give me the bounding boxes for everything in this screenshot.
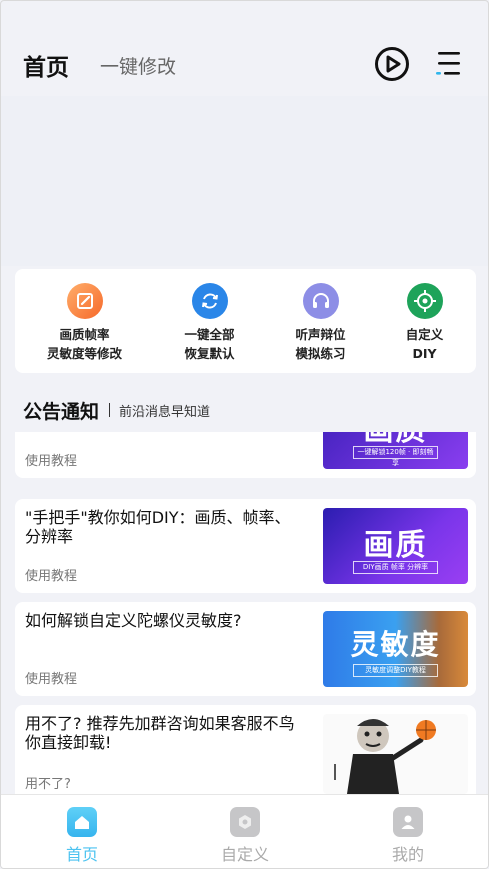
crosshair-icon [406,283,443,319]
quick-action-label: 自定义 [405,327,444,342]
article-title: 用不了? 推荐先加群咨询如果客服不鸟你直接卸载! [25,714,295,752]
menu-icon[interactable] [433,49,463,79]
thumbnail-text: 灵敏度 [350,628,441,661]
thumbnail-caption: 一键解锁120帧 · 即刻畅享 [353,446,438,467]
hexagon-icon [230,807,260,837]
article-title: "手把手"教你如何DIY：画质、帧率、分辨率 [25,508,291,546]
article-category: 用不了? [25,777,71,792]
quick-action-label: 一键全部 [184,327,235,342]
nav-mine[interactable]: 我的 [358,807,458,865]
quick-action-label: 模拟练习 [295,346,346,361]
thumbnail-text: 画质 [363,528,428,563]
article-category: 使用教程 [25,672,78,687]
thumbnail-caption: 灵敏度调整DIY教程 [353,664,438,677]
page-title: 首页 [23,55,69,81]
quick-action-label: 恢复默认 [184,346,235,361]
quick-action-reset[interactable]: 一键全部 恢复默认 [152,281,267,363]
home-icon [67,807,97,837]
headset-icon [302,283,339,319]
quick-action-sound[interactable]: 听声辩位 模拟练习 [263,281,378,363]
quick-actions-card: 画质帧率 灵敏度等修改 一键全部 恢复默认 听声辩位 模拟练习 自定义 DIY [15,269,476,373]
edit-icon [66,283,103,319]
bottom-nav: 首页 自定义 我的 [1,794,488,868]
banner-area [1,96,488,266]
article-card[interactable]: 用不了? 推荐先加群咨询如果客服不鸟你直接卸载! 用不了? [15,705,476,794]
article-list[interactable]: 使用教程 画质 一键解锁120帧 · 即刻畅享 "手把手"教你如何DIY：画质、… [1,432,488,794]
nav-home[interactable]: 首页 [32,807,132,865]
article-card[interactable]: 使用教程 画质 一键解锁120帧 · 即刻畅享 [15,432,476,478]
nav-label: 自定义 [220,845,269,864]
thumbnail-caption: DIY画质 帧率 分辨率 [353,561,438,574]
article-thumbnail: 灵敏度 灵敏度调整DIY教程 [323,611,468,687]
one-click-modify-tab[interactable]: 一键修改 [100,52,176,79]
article-title: 如何解锁自定义陀螺仪灵敏度? [25,611,242,630]
notice-subtitle: 前沿消息早知道 [119,404,211,420]
quick-action-diy[interactable]: 自定义 DIY [367,281,482,363]
divider [109,403,111,417]
notice-title: 公告通知 [23,400,100,423]
article-card[interactable]: "手把手"教你如何DIY：画质、帧率、分辨率 使用教程 画质 DIY画质 帧率 … [15,499,476,593]
article-card[interactable]: 如何解锁自定义陀螺仪灵敏度? 使用教程 灵敏度 灵敏度调整DIY教程 [15,602,476,696]
article-category: 使用教程 [25,454,78,469]
meme-image [323,714,468,794]
user-icon [393,807,423,837]
app-frame: 首页 一键修改 画质帧率 灵敏度等修改 一键全部 恢复默认 听声辩位 模拟练习 … [0,0,489,869]
article-category: 使用教程 [25,569,78,584]
quick-action-label: 画质帧率 [59,327,110,342]
quick-action-label: 灵敏度等修改 [46,346,122,361]
nav-custom[interactable]: 自定义 [195,807,295,865]
nav-label: 我的 [391,845,424,864]
play-icon[interactable] [374,46,410,82]
nav-label: 首页 [65,845,98,864]
article-thumbnail: 画质 DIY画质 帧率 分辨率 [323,508,468,584]
notice-header: 公告通知 前沿消息早知道 [23,397,210,423]
article-thumbnail: 画质 一键解锁120帧 · 即刻畅享 [323,432,468,469]
quick-action-quality[interactable]: 画质帧率 灵敏度等修改 [27,281,142,363]
quick-action-label: DIY [412,346,437,361]
quick-action-label: 听声辩位 [295,327,346,342]
refresh-icon [191,283,228,319]
